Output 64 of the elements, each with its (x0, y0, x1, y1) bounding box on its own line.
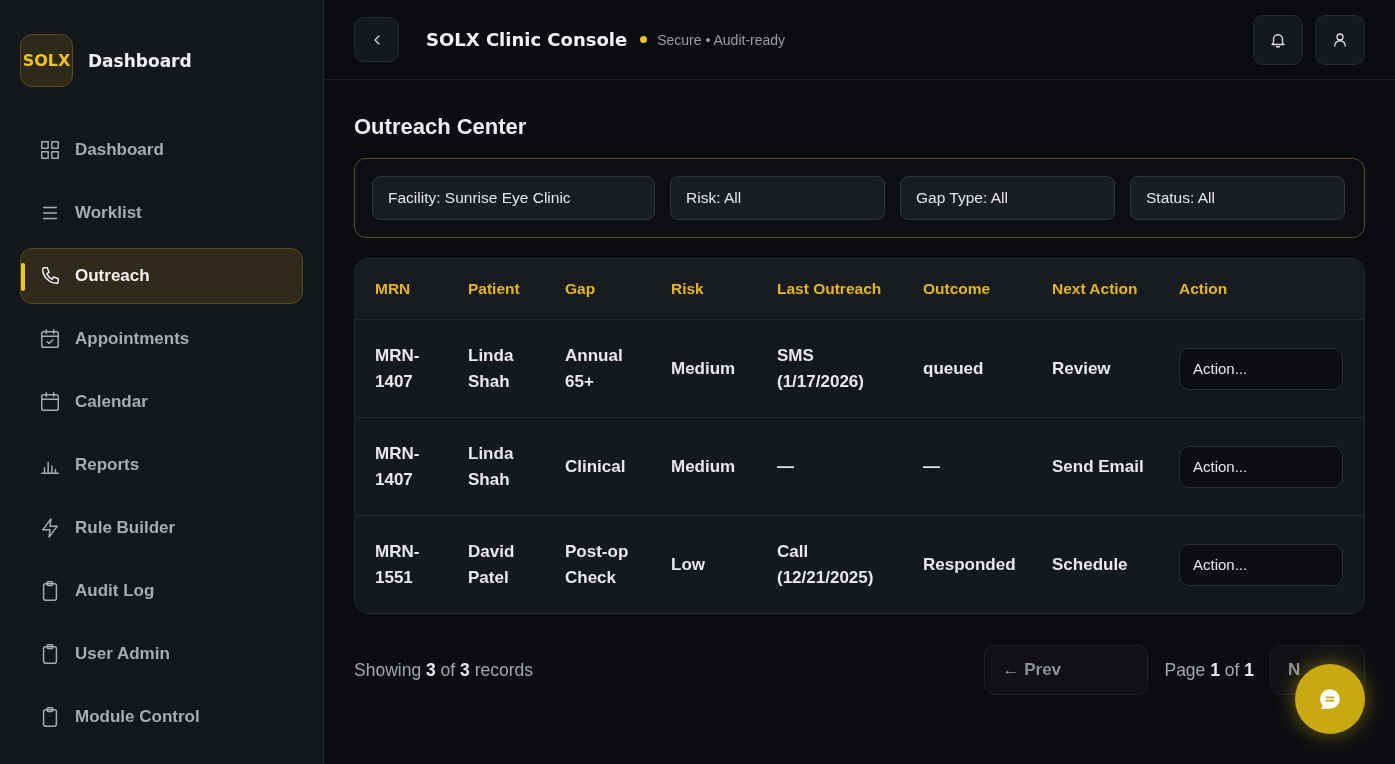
page-indicator: Page 1 of 1 (1164, 659, 1254, 681)
column-header: Last Outreach (777, 280, 883, 298)
sidebar-item[interactable]: Reports (20, 437, 303, 493)
phone-icon (39, 265, 61, 287)
table-cell: MRN-1551 (375, 541, 420, 587)
lightning-icon (39, 517, 61, 539)
table-cell: Medium (671, 358, 736, 378)
prev-button[interactable]: ← Prev (984, 645, 1149, 695)
calendar-icon (39, 391, 61, 413)
table-cell: Medium (671, 456, 736, 476)
action-dropdown[interactable]: Action... (1179, 445, 1343, 488)
logo: SOLX (20, 34, 73, 87)
column-header: Gap (565, 280, 597, 298)
notifications-button[interactable] (1253, 14, 1303, 65)
column-header: Action (1179, 280, 1229, 298)
filter-dropdown[interactable]: Risk: All (670, 176, 885, 220)
sidebar-item[interactable]: Rule Builder (20, 500, 303, 556)
sidebar-item[interactable]: User Admin (20, 626, 303, 682)
app-title: Dashboard (88, 50, 192, 71)
user-icon (1331, 30, 1349, 49)
action-dropdown[interactable]: Action... (1179, 543, 1343, 586)
calendar-check-icon (39, 328, 61, 350)
filter-dropdown[interactable]: Status: All (1130, 176, 1345, 220)
table-cell: MRN-1407 (375, 443, 420, 489)
status-text: Secure • Audit-ready (657, 31, 786, 48)
table-cell: Review (1052, 358, 1111, 378)
status-dot (640, 36, 648, 43)
column-header: Risk (671, 280, 705, 298)
page-title: Outreach Center (354, 114, 528, 140)
table-cell: Low (671, 554, 705, 574)
console-title: SOLX Clinic Console (426, 29, 628, 50)
profile-button[interactable] (1315, 14, 1365, 65)
grid-icon (39, 139, 61, 161)
table-cell: Call (12/21/2025) (777, 541, 874, 587)
table-cell: Send Email (1052, 456, 1144, 476)
records-summary: Showing 3 of 3 records (354, 659, 533, 681)
column-header: Next Action (1052, 280, 1139, 298)
chat-icon (1317, 686, 1343, 712)
table-cell: David Patel (468, 541, 515, 587)
sidebar-item[interactable]: Outreach (20, 248, 303, 304)
table-cell: MRN-1407 (375, 345, 420, 391)
table-cell: Schedule (1052, 554, 1128, 574)
sidebar-item[interactable]: Worklist (20, 185, 303, 241)
table-cell: queued (923, 358, 984, 378)
table-cell: Post-op Check (565, 541, 629, 587)
column-header: Patient (468, 280, 521, 298)
filter-dropdown[interactable]: Facility: Sunrise Eye Clinic (372, 176, 655, 220)
sidebar-item[interactable]: Dashboard (20, 122, 303, 178)
column-header: Outcome (923, 280, 992, 298)
sidebar-item[interactable]: Audit Log (20, 563, 303, 619)
sidebar-item[interactable]: Module Control (20, 689, 303, 745)
table-cell: — (777, 456, 794, 476)
table-cell: SMS (1/17/2026) (777, 345, 864, 391)
filter-dropdown[interactable]: Gap Type: All (900, 176, 1115, 220)
sidebar-item[interactable]: Calendar (20, 374, 303, 430)
action-dropdown[interactable]: Action... (1179, 347, 1343, 390)
table-cell: Linda Shah (468, 443, 514, 489)
table-cell: Annual 65+ (565, 345, 623, 391)
column-header: MRN (375, 280, 412, 298)
table-cell: Responded (923, 554, 1016, 574)
table-cell: — (923, 456, 940, 476)
table-cell: Clinical (565, 456, 626, 476)
sidebar-item[interactable]: Appointments (20, 311, 303, 367)
table-cell: Linda Shah (468, 345, 514, 391)
